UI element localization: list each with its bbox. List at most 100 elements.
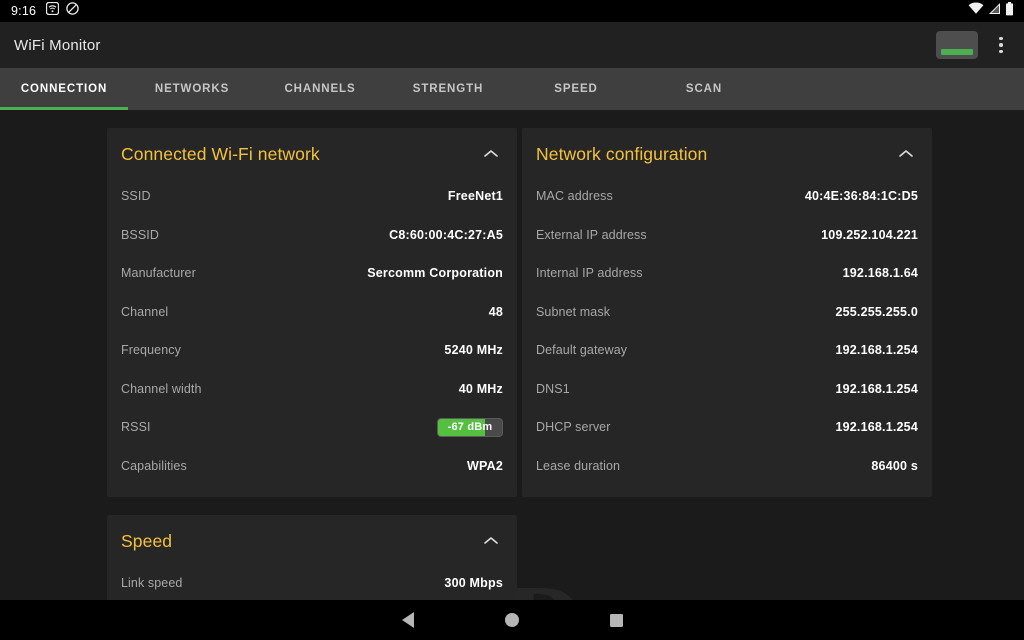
status-bar-system-icons [968, 2, 1016, 21]
row-key: DNS1 [536, 382, 570, 396]
home-button[interactable] [460, 600, 564, 640]
chevron-up-icon[interactable] [483, 533, 503, 551]
tab-label: NETWORKS [155, 83, 229, 95]
row-key: Link speed [121, 576, 182, 590]
tab-label: STRENGTH [413, 83, 483, 95]
row-value: 192.168.1.64 [843, 266, 918, 280]
overflow-dot [999, 50, 1003, 54]
overflow-dot [999, 43, 1003, 47]
row-key: MAC address [536, 189, 613, 203]
table-row: DHCP server 192.168.1.254 [536, 408, 918, 447]
recents-button[interactable] [564, 600, 668, 640]
table-row: Link speed 300 Mbps [121, 564, 503, 600]
table-row: Subnet mask 255.255.255.0 [536, 293, 918, 332]
row-key: RSSI [121, 420, 151, 434]
table-row: Channel width 40 MHz [121, 370, 503, 409]
right-column: Network configuration MAC address 40:4E:… [522, 128, 932, 600]
back-icon [402, 612, 414, 628]
row-key: Frequency [121, 343, 181, 357]
row-key: Capabilities [121, 459, 187, 473]
tab-content-connection: FaresCD.com Connected Wi-Fi network SSID… [0, 110, 1024, 600]
card-header[interactable]: Speed [121, 525, 503, 564]
app-bar: WiFi Monitor [0, 22, 1024, 68]
left-column: Connected Wi-Fi network SSID FreeNet1 BS… [107, 128, 517, 600]
tab-networks[interactable]: NETWORKS [128, 68, 256, 110]
battery-icon [1005, 2, 1014, 21]
table-row: BSSID C8:60:00:4C:27:A5 [121, 216, 503, 255]
tab-label: SPEED [554, 83, 598, 95]
table-row: Manufacturer Sercomm Corporation [121, 254, 503, 293]
status-badge: -67 dBm [437, 418, 503, 437]
status-bar: 9:16 [0, 0, 1024, 22]
row-value: 109.252.104.221 [821, 228, 918, 242]
row-value: 40 MHz [459, 382, 503, 396]
tab-speed[interactable]: SPEED [512, 68, 640, 110]
tab-strength[interactable]: STRENGTH [384, 68, 512, 110]
row-value: 300 Mbps [444, 576, 503, 590]
row-value: C8:60:00:4C:27:A5 [389, 228, 503, 242]
tab-bar: CONNECTION NETWORKS CHANNELS STRENGTH SP… [0, 68, 1024, 110]
row-key: DHCP server [536, 420, 611, 434]
tab-scan[interactable]: SCAN [640, 68, 768, 110]
card-connected-wifi-network: Connected Wi-Fi network SSID FreeNet1 BS… [107, 128, 517, 497]
navigation-bar [0, 600, 1024, 640]
signal-level-bar [941, 49, 973, 55]
tab-label: CHANNELS [284, 83, 355, 95]
table-row: Capabilities WPA2 [121, 447, 503, 486]
row-key: Manufacturer [121, 266, 196, 280]
card-title: Network configuration [536, 144, 707, 165]
row-key: Subnet mask [536, 305, 610, 319]
card-speed: Speed Link speed 300 Mbps Uplink speed [107, 515, 517, 600]
row-value: 40:4E:36:84:1C:D5 [805, 189, 918, 203]
chevron-up-icon[interactable] [483, 146, 503, 164]
card-network-configuration: Network configuration MAC address 40:4E:… [522, 128, 932, 497]
table-row: Lease duration 86400 s [536, 447, 918, 486]
row-key: Channel [121, 305, 168, 319]
row-value: 86400 s [871, 459, 918, 473]
wifi-notification-icon [46, 2, 59, 20]
row-value: 192.168.1.254 [835, 420, 918, 434]
row-value: 5240 MHz [444, 343, 503, 357]
row-key: Default gateway [536, 343, 627, 357]
rssi-value: -67 dBm [448, 421, 493, 433]
row-value: 192.168.1.254 [835, 343, 918, 357]
tab-label: CONNECTION [21, 83, 107, 95]
signal-level-widget[interactable] [936, 31, 978, 59]
tab-connection[interactable]: CONNECTION [0, 68, 128, 110]
row-value: WPA2 [467, 459, 503, 473]
row-key: Channel width [121, 382, 202, 396]
table-row: DNS1 192.168.1.254 [536, 370, 918, 409]
cellular-signal-icon [988, 2, 1001, 20]
row-value: 255.255.255.0 [835, 305, 918, 319]
status-bar-clock: 9:16 [8, 4, 36, 18]
wifi-signal-icon [968, 2, 984, 20]
row-key: SSID [121, 189, 151, 203]
recents-icon [610, 614, 623, 627]
card-title: Speed [121, 531, 172, 552]
table-row: Default gateway 192.168.1.254 [536, 331, 918, 370]
table-row: SSID FreeNet1 [121, 177, 503, 216]
table-row-rssi: RSSI -67 dBm [121, 408, 503, 447]
row-value: FreeNet1 [448, 189, 503, 203]
chevron-up-icon[interactable] [898, 146, 918, 164]
table-row: External IP address 109.252.104.221 [536, 216, 918, 255]
card-header[interactable]: Connected Wi-Fi network [121, 138, 503, 177]
card-header[interactable]: Network configuration [536, 138, 918, 177]
table-row: MAC address 40:4E:36:84:1C:D5 [536, 177, 918, 216]
row-key: Internal IP address [536, 266, 643, 280]
card-title: Connected Wi-Fi network [121, 144, 320, 165]
table-row: Internal IP address 192.168.1.64 [536, 254, 918, 293]
tab-label: SCAN [686, 83, 722, 95]
overflow-dot [999, 37, 1003, 41]
row-key: BSSID [121, 228, 159, 242]
overflow-menu-button[interactable] [988, 28, 1014, 62]
row-value: Sercomm Corporation [367, 266, 503, 280]
app-title: WiFi Monitor [14, 37, 101, 54]
home-icon [505, 613, 519, 627]
back-button[interactable] [356, 600, 460, 640]
tab-channels[interactable]: CHANNELS [256, 68, 384, 110]
row-value: 192.168.1.254 [835, 382, 918, 396]
row-value: 48 [489, 305, 503, 319]
table-row: Frequency 5240 MHz [121, 331, 503, 370]
row-key: Lease duration [536, 459, 620, 473]
